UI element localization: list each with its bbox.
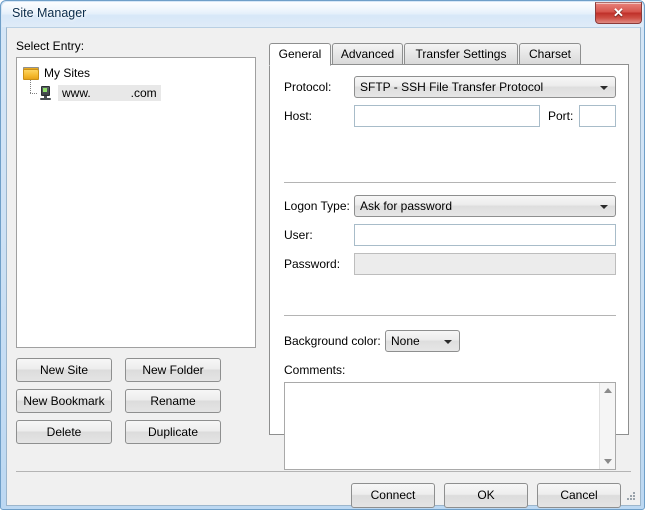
- chevron-down-icon: [444, 340, 452, 344]
- host-label: Host:: [284, 109, 313, 123]
- user-label: User:: [284, 228, 313, 242]
- new-site-button[interactable]: New Site: [16, 358, 112, 382]
- close-icon: ✕: [613, 5, 624, 20]
- tab-advanced[interactable]: Advanced: [332, 43, 403, 65]
- comments-textarea[interactable]: [285, 383, 598, 469]
- title-bar: Site Manager ✕: [1, 1, 645, 27]
- folder-icon: [23, 66, 39, 80]
- scroll-up-icon[interactable]: [600, 383, 616, 399]
- logon-type-label: Logon Type:: [284, 199, 350, 213]
- tree-item-label: www. .com: [58, 85, 161, 101]
- ok-button[interactable]: OK: [444, 483, 528, 508]
- protocol-label: Protocol:: [284, 80, 332, 94]
- footer-separator: [16, 471, 631, 472]
- connect-button[interactable]: Connect: [351, 483, 435, 508]
- delete-button[interactable]: Delete: [16, 420, 112, 444]
- cancel-button[interactable]: Cancel: [537, 483, 621, 508]
- background-color-label: Background color:: [284, 334, 381, 348]
- comments-field[interactable]: [284, 382, 616, 470]
- separator-logon: [284, 182, 616, 183]
- tab-general[interactable]: General: [269, 43, 331, 66]
- new-folder-button[interactable]: New Folder: [125, 358, 221, 382]
- logon-type-value: Ask for password: [360, 199, 453, 213]
- separator-appearance: [284, 315, 616, 316]
- port-label: Port:: [548, 109, 574, 123]
- site-tree[interactable]: My Sites www. .com: [16, 57, 256, 348]
- scroll-down-icon[interactable]: [600, 453, 616, 469]
- logon-type-select[interactable]: Ask for password: [354, 195, 616, 217]
- tree-connector-icon: [23, 80, 39, 102]
- tree-item-site[interactable]: www. .com: [23, 80, 161, 102]
- protocol-value: SFTP - SSH File Transfer Protocol: [360, 80, 544, 94]
- site-manager-window: Site Manager ✕ Select Entry: My Sites ww…: [0, 0, 645, 510]
- background-color-value: None: [391, 334, 420, 348]
- tab-charset[interactable]: Charset: [519, 43, 581, 65]
- dialog-client-area: Select Entry: My Sites www. .com New Sit…: [6, 27, 641, 508]
- tab-transfer-settings[interactable]: Transfer Settings: [404, 43, 518, 65]
- new-bookmark-button[interactable]: New Bookmark: [16, 389, 112, 413]
- comments-scrollbar[interactable]: [599, 383, 615, 469]
- host-input[interactable]: [354, 105, 540, 127]
- server-icon: [39, 85, 52, 101]
- tree-item-label: My Sites: [44, 66, 91, 80]
- window-title: Site Manager: [12, 6, 87, 20]
- resize-grip[interactable]: [625, 490, 637, 502]
- comments-label: Comments:: [284, 363, 346, 377]
- title-bar-glass: [2, 2, 643, 27]
- chevron-down-icon: [600, 86, 608, 90]
- duplicate-button[interactable]: Duplicate: [125, 420, 221, 444]
- rename-button[interactable]: Rename: [125, 389, 221, 413]
- password-input: [354, 253, 616, 275]
- chevron-down-icon: [600, 205, 608, 209]
- general-tab-panel: Protocol: SFTP - SSH File Transfer Proto…: [269, 64, 629, 470]
- user-input[interactable]: [354, 224, 616, 246]
- close-button[interactable]: ✕: [595, 2, 642, 24]
- select-entry-label: Select Entry:: [16, 39, 85, 53]
- password-label: Password:: [284, 257, 341, 271]
- tree-item-my-sites[interactable]: My Sites: [23, 64, 90, 82]
- protocol-select[interactable]: SFTP - SSH File Transfer Protocol: [354, 76, 616, 98]
- background-color-select[interactable]: None: [385, 330, 460, 352]
- port-input[interactable]: [579, 105, 616, 127]
